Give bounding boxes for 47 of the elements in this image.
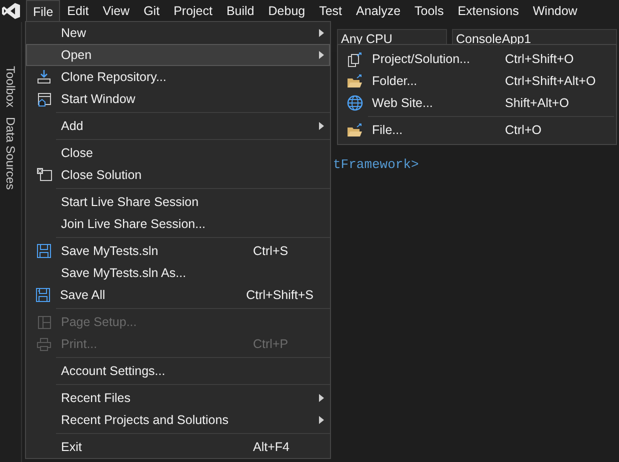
menu-bar-item[interactable]: Analyze	[349, 0, 408, 22]
menu-item[interactable]: Recent Files	[26, 387, 330, 409]
code-text: tFramework>	[333, 157, 419, 172]
menu-bar-item[interactable]: Build	[219, 0, 262, 22]
menu-item[interactable]: Exit Alt+F4	[26, 436, 330, 458]
globe-icon	[347, 95, 363, 111]
menu-item[interactable]: Clone Repository...	[26, 66, 330, 88]
window-home-icon	[36, 92, 52, 106]
menu-bar-item[interactable]: Debug	[261, 0, 312, 22]
menu-bar-item[interactable]: Test	[312, 0, 350, 22]
save-all-icon	[36, 288, 50, 302]
save-icon	[37, 244, 51, 258]
menu-item[interactable]: Close Solution	[26, 164, 330, 186]
app-logo-icon	[2, 3, 20, 19]
folder-open-icon	[347, 74, 363, 88]
menu-bar-item[interactable]: Tools	[408, 0, 451, 22]
folder-open-icon	[347, 123, 363, 137]
menu-item[interactable]: Close	[26, 142, 330, 164]
close-window-icon	[36, 168, 52, 182]
menu-item[interactable]: Recent Projects and Solutions	[26, 409, 330, 431]
menu-item[interactable]: Start Window	[26, 88, 330, 110]
menu-item[interactable]: Open	[26, 44, 330, 66]
menu-item[interactable]: Save MyTests.sln As...	[26, 262, 330, 284]
printer-icon	[37, 338, 51, 350]
menu-item[interactable]: Account Settings...	[26, 360, 330, 382]
menu-item[interactable]: New	[26, 22, 330, 44]
page-layout-icon	[38, 316, 50, 328]
submenu-item[interactable]: Project/Solution... Ctrl+Shift+O	[338, 48, 616, 70]
menu-item[interactable]: Save MyTests.sln Ctrl+S	[26, 240, 330, 262]
menu-item[interactable]: Save All Ctrl+Shift+S	[26, 284, 330, 306]
menu-bar-item[interactable]: Git	[136, 0, 167, 22]
menu-bar-item[interactable]: Project	[166, 0, 220, 22]
menu-item[interactable]: Start Live Share Session	[26, 191, 330, 213]
submenu-item[interactable]: Folder... Ctrl+Shift+Alt+O	[338, 70, 616, 92]
menu-bar-item[interactable]: Window	[526, 0, 584, 22]
menu-item[interactable]: Add	[26, 115, 330, 137]
document-open-icon	[348, 52, 362, 66]
submenu-item[interactable]: File... Ctrl+O	[338, 119, 616, 141]
menu-bar-item[interactable]: File	[26, 0, 60, 22]
submenu-item[interactable]: Web Site... Shift+Alt+O	[338, 92, 616, 114]
menu-bar-item[interactable]: Edit	[60, 0, 96, 22]
menu-bar-item[interactable]: View	[96, 0, 137, 22]
menu-item[interactable]: Join Live Share Session...	[26, 213, 330, 235]
side-tab[interactable]: Toolbox	[2, 66, 20, 108]
download-icon	[37, 70, 51, 84]
menu-bar-item[interactable]: Extensions	[450, 0, 526, 22]
side-tab[interactable]: Data Sources	[2, 117, 20, 190]
